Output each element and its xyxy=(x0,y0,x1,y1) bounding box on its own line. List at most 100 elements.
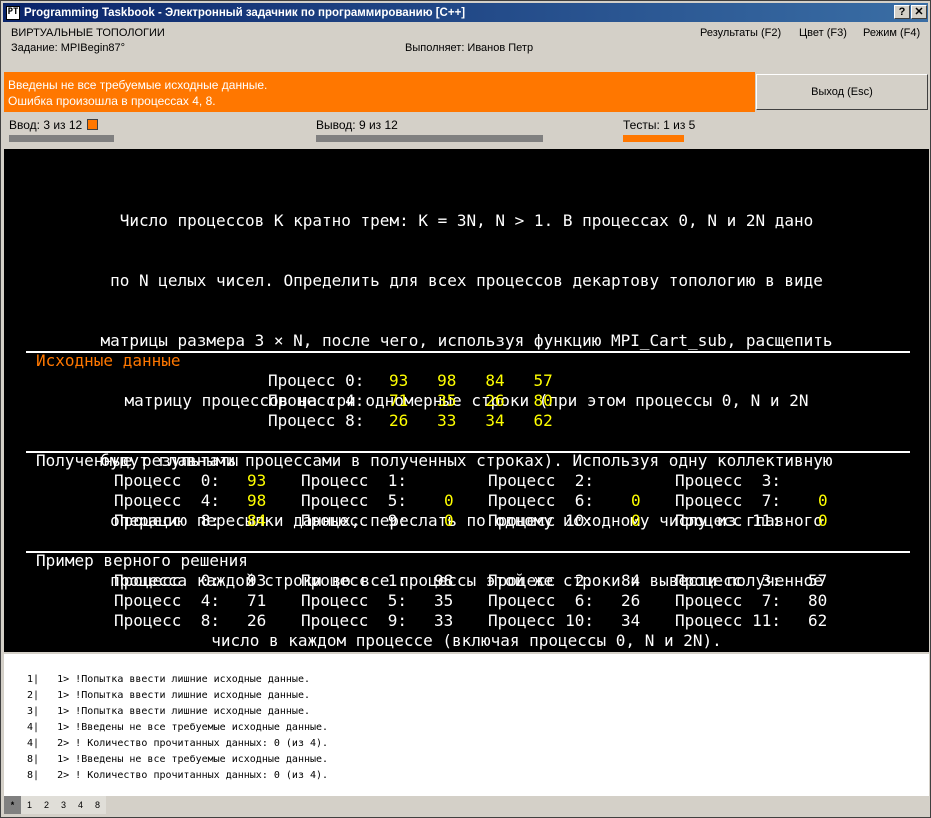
app-icon: PT xyxy=(6,5,20,20)
title-bar[interactable]: PT Programming Taskbook - Электронный за… xyxy=(3,3,928,22)
result-label: Процесс 6: xyxy=(488,491,594,510)
input-row-values: 93 98 84 57 xyxy=(389,371,553,390)
result-value: 93 xyxy=(247,471,267,490)
input-status-text: Ввод: 3 из 12 xyxy=(9,118,83,132)
example-label: Процесс 4: xyxy=(114,591,220,610)
input-row-label: Процесс 4: xyxy=(268,391,365,410)
task-panel: Число процессов K кратно трем: K = 3N, N… xyxy=(4,149,929,652)
example-value: 34 xyxy=(621,611,641,630)
input-row-values: 71 35 26 80 xyxy=(389,391,553,410)
example-label: Процесс 7: xyxy=(675,591,781,610)
result-label: Процесс 5: xyxy=(301,491,407,510)
output-status: Вывод: 9 из 12 xyxy=(316,118,398,132)
task-line: Число процессов K кратно трем: K = 3N, N… xyxy=(119,211,814,230)
example-value: 80 xyxy=(808,591,828,610)
result-label: Процесс 4: xyxy=(114,491,220,510)
tab-process-4[interactable]: 4 xyxy=(72,796,89,814)
result-label: Процесс 0: xyxy=(114,471,220,490)
error-line-1: Введены не все требуемые исходные данные… xyxy=(8,78,268,92)
example-value: 26 xyxy=(247,611,267,630)
status-row: Ввод: 3 из 12 Вывод: 9 из 12 Тесты: 1 из… xyxy=(4,115,929,146)
log-line: 1| 1> !Попытка ввести лишние исходные да… xyxy=(21,674,310,685)
input-row-label: Процесс 8: xyxy=(268,411,365,430)
window-title: Programming Taskbook - Электронный задач… xyxy=(24,6,466,19)
result-label: Процесс 2: xyxy=(488,471,594,490)
example-label: Процесс 1: xyxy=(301,571,407,590)
example-value: 62 xyxy=(808,611,828,630)
help-button[interactable]: ? xyxy=(894,5,910,19)
example-value: 71 xyxy=(247,591,267,610)
result-label: Процесс 10: xyxy=(488,511,594,530)
tests-status: Тесты: 1 из 5 xyxy=(623,118,696,132)
log-line: 8| 1> !Введены не все требуемые исходные… xyxy=(21,754,329,765)
example-label: Процесс 0: xyxy=(114,571,220,590)
task-line: число в каждом процессе (включая процесс… xyxy=(211,631,722,650)
example-value: 33 xyxy=(434,611,454,630)
result-label: Процесс 9: xyxy=(301,511,407,530)
result-value: 84 xyxy=(247,511,267,530)
example-label: Процесс 3: xyxy=(675,571,781,590)
menu-color[interactable]: Цвет (F3) xyxy=(799,27,847,39)
input-row-values: 26 33 34 62 xyxy=(389,411,553,430)
tests-progress-bar xyxy=(623,135,684,142)
example-value: 26 xyxy=(621,591,641,610)
example-label: Процесс 9: xyxy=(301,611,407,630)
log-line: 8| 2> ! Количество прочитанных данных: 0… xyxy=(21,770,329,781)
performer-name: Выполняет: Иванов Петр xyxy=(405,42,534,54)
example-value: 84 xyxy=(621,571,641,590)
exit-button[interactable]: Выход (Esc) xyxy=(756,74,928,110)
example-label: Процесс 2: xyxy=(488,571,594,590)
close-icon: ✕ xyxy=(914,5,924,18)
input-data-title: Исходные данные xyxy=(36,351,181,370)
input-status: Ввод: 3 из 12 xyxy=(9,118,99,132)
task-name: Задание: MPIBegin87° xyxy=(11,42,126,54)
result-value: 0 xyxy=(818,511,828,530)
log-line: 2| 1> !Попытка ввести лишние исходные да… xyxy=(21,690,310,701)
close-button[interactable]: ✕ xyxy=(911,5,927,19)
example-value: 98 xyxy=(434,571,454,590)
result-label: Процесс 1: xyxy=(301,471,407,490)
menu-results[interactable]: Результаты (F2) xyxy=(700,27,781,39)
task-line: матрицы размера 3 × N, после чего, испол… xyxy=(100,331,833,350)
tab-all[interactable]: * xyxy=(4,796,21,814)
error-message-panel: Введены не все требуемые исходные данные… xyxy=(4,72,755,112)
result-value: 98 xyxy=(247,491,267,510)
result-label: Процесс 11: xyxy=(675,511,781,530)
topic-title: ВИРТУАЛЬНЫЕ ТОПОЛОГИИ xyxy=(11,27,165,39)
tab-process-2[interactable]: 2 xyxy=(38,796,55,814)
menu-mode[interactable]: Режим (F4) xyxy=(863,27,920,39)
input-row-label: Процесс 0: xyxy=(268,371,365,390)
task-line: по N целых чисел. Определить для всех пр… xyxy=(110,271,823,290)
example-value: 93 xyxy=(247,571,267,590)
result-value: 0 xyxy=(818,491,828,510)
log-line: 4| 2> ! Количество прочитанных данных: 0… xyxy=(21,738,329,749)
log-line: 4| 1> !Введены не все требуемые исходные… xyxy=(21,722,329,733)
example-value: 35 xyxy=(434,591,454,610)
output-progress-bar xyxy=(316,135,543,142)
result-value: 0 xyxy=(444,491,454,510)
process-tabs: * 1 2 3 4 8 xyxy=(4,796,106,814)
result-value: 0 xyxy=(444,511,454,530)
error-indicator-icon xyxy=(87,119,99,130)
tab-process-1[interactable]: 1 xyxy=(21,796,38,814)
results-title: Полученные результаты xyxy=(36,451,239,470)
error-line-2: Ошибка произошла в процессах 4, 8. xyxy=(8,94,216,108)
result-label: Процесс 8: xyxy=(114,511,220,530)
result-value: 0 xyxy=(631,491,641,510)
input-progress-bar xyxy=(9,135,114,142)
tab-process-3[interactable]: 3 xyxy=(55,796,72,814)
example-label: Процесс 8: xyxy=(114,611,220,630)
example-value: 57 xyxy=(808,571,828,590)
example-title: Пример верного решения xyxy=(36,551,248,570)
example-label: Процесс 6: xyxy=(488,591,594,610)
example-label: Процесс 11: xyxy=(675,611,781,630)
app-window: PT Programming Taskbook - Электронный за… xyxy=(0,0,931,818)
debug-log-panel[interactable]: 1| 1> !Попытка ввести лишние исходные да… xyxy=(4,654,929,796)
result-value: 0 xyxy=(631,511,641,530)
result-label: Процесс 7: xyxy=(675,491,781,510)
example-label: Процесс 5: xyxy=(301,591,407,610)
tab-process-8[interactable]: 8 xyxy=(89,796,106,814)
log-line: 3| 1> !Попытка ввести лишние исходные да… xyxy=(21,706,310,717)
result-label: Процесс 3: xyxy=(675,471,781,490)
example-label: Процесс 10: xyxy=(488,611,594,630)
